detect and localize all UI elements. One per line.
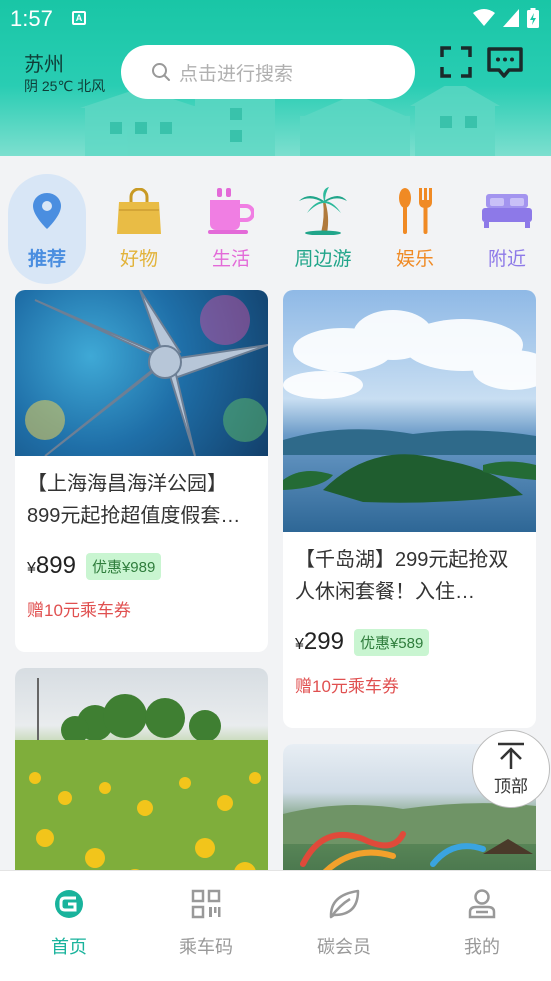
lake-islands-photo xyxy=(283,290,536,532)
product-card[interactable]: 【上海海昌海洋公园】899元起抢超值度假套… ¥ 899 优惠¥989 赠10元… xyxy=(15,290,268,652)
currency-symbol: ¥ xyxy=(295,636,304,653)
currency-symbol: ¥ xyxy=(27,560,36,577)
coupon-text: 赠10元乘车券 xyxy=(27,601,131,620)
back-to-top-label: 顶部 xyxy=(494,776,528,796)
scan-icon[interactable] xyxy=(440,46,472,78)
category-goods[interactable]: 好物 xyxy=(100,174,178,284)
qr-code-icon xyxy=(191,889,221,919)
nav-label: 碳会员 xyxy=(317,937,371,957)
coffee-cup-icon xyxy=(208,188,254,234)
home-logo-icon xyxy=(55,890,83,918)
notification-a-icon: A xyxy=(72,11,86,25)
starfish-photo xyxy=(15,290,268,456)
status-time: 1:57 xyxy=(10,6,53,31)
product-price: 899 xyxy=(35,552,76,579)
person-icon xyxy=(468,889,496,919)
search-bar[interactable]: 点击进行搜索 xyxy=(121,45,415,99)
coupon-text: 赠10元乘车券 xyxy=(295,677,399,696)
nav-carbon-member[interactable]: 碳会员 xyxy=(289,887,399,959)
discount-badge: 优惠¥989 xyxy=(85,552,162,580)
category-label: 推荐 xyxy=(27,249,66,270)
arrow-up-icon xyxy=(498,742,524,769)
weather-info: 阴 25℃ 北风 xyxy=(24,78,106,94)
nav-label: 我的 xyxy=(464,937,500,957)
nav-label: 乘车码 xyxy=(179,937,233,957)
nav-mine[interactable]: 我的 xyxy=(427,887,537,959)
product-card[interactable] xyxy=(15,668,268,870)
category-nearby-travel[interactable]: 周边游 xyxy=(284,174,362,284)
category-label: 好物 xyxy=(119,249,158,270)
price-row: ¥ 899 优惠¥989 xyxy=(15,552,268,580)
sunflower-field-photo xyxy=(15,668,268,870)
product-card[interactable]: 【千岛湖】299元起抢双人休闲套餐！入住… ¥ 299 优惠¥589 赠10元乘… xyxy=(283,290,536,728)
search-icon xyxy=(152,63,170,81)
category-recommend[interactable]: 推荐 xyxy=(8,174,86,284)
discount-badge: 优惠¥589 xyxy=(353,628,430,656)
product-price: 299 xyxy=(303,628,344,655)
header: 1:57 A 苏州 阴 25℃ 北风 点击进行搜索 xyxy=(0,0,551,156)
category-label: 附近 xyxy=(487,249,526,270)
leaf-icon xyxy=(329,889,360,919)
bottom-navigation: 首页 乘车码 碳会员 我的 xyxy=(0,870,551,981)
category-label: 生活 xyxy=(211,249,250,270)
category-life[interactable]: 生活 xyxy=(192,174,270,284)
nav-home[interactable]: 首页 xyxy=(14,887,124,959)
category-label: 娱乐 xyxy=(395,249,434,270)
message-icon[interactable] xyxy=(487,46,523,78)
city-name[interactable]: 苏州 xyxy=(24,48,64,77)
category-nearby[interactable]: 附近 xyxy=(468,174,546,284)
product-feed: 【上海海昌海洋公园】899元起抢超值度假套… ¥ 899 优惠¥989 赠10元… xyxy=(0,290,551,870)
battery-icon xyxy=(527,8,539,28)
category-bar: 推荐 好物 生活 周边游 娱乐 附近 xyxy=(0,156,551,290)
search-placeholder: 点击进行搜索 xyxy=(179,63,294,85)
status-bar: 1:57 A xyxy=(0,0,551,36)
category-label: 周边游 xyxy=(294,249,352,270)
wifi-icon xyxy=(473,9,495,26)
location-pin-icon xyxy=(33,193,61,229)
bed-icon xyxy=(482,194,532,228)
signal-icon xyxy=(503,9,519,27)
back-to-top-button[interactable]: 顶部 xyxy=(472,730,550,808)
price-row: ¥ 299 优惠¥589 xyxy=(283,628,536,656)
product-title: 【上海海昌海洋公园】899元起抢超值度假套… xyxy=(27,473,241,527)
shopping-bag-icon xyxy=(117,188,161,234)
category-entertainment[interactable]: 娱乐 xyxy=(376,174,454,284)
nav-label: 首页 xyxy=(51,937,87,957)
palm-tree-icon xyxy=(299,187,347,235)
product-title: 【千岛湖】299元起抢双人休闲套餐！入住… xyxy=(295,549,509,603)
nav-ride-code[interactable]: 乘车码 xyxy=(151,887,261,959)
fork-spoon-icon xyxy=(399,188,432,234)
